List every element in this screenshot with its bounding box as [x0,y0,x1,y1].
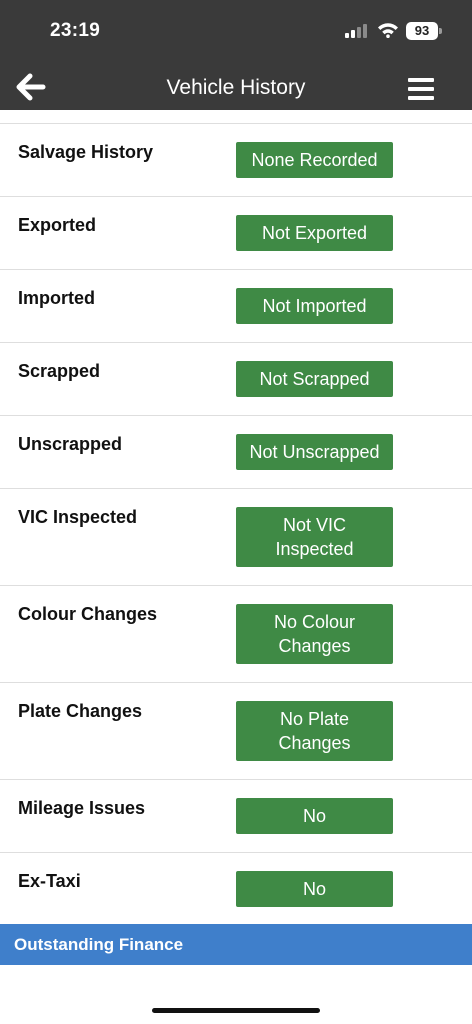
section-header-outstanding-finance[interactable]: Outstanding Finance [0,924,472,965]
status-badge[interactable]: Not Imported [236,288,393,324]
status-badge[interactable]: No [236,798,393,834]
row-label: Colour Changes [18,604,158,624]
status-badge[interactable]: None Recorded [236,142,393,178]
status-badge[interactable]: Not Scrapped [236,361,393,397]
status-time: 23:19 [50,20,101,41]
page-title: Vehicle History [166,76,306,99]
row-label: Plate Changes [18,701,143,721]
row-label: VIC Inspected [18,507,138,527]
wifi-icon [378,23,398,38]
cellular-signal-icon [345,24,369,38]
list-item-colour-changes: Colour Changes No Colour Changes [0,586,472,683]
row-label: Ex-Taxi [18,871,81,891]
status-badge[interactable]: No Colour Changes [236,604,393,664]
battery-indicator: 93 [406,22,438,40]
list-top-divider [0,110,472,124]
list-item-mileage-issues: Mileage Issues No [0,780,472,853]
row-label: Mileage Issues [18,798,146,818]
home-indicator[interactable] [152,1008,320,1013]
battery-tip [439,28,442,34]
top-bar: 23:19 93 Vehicle History [0,0,472,110]
status-badge[interactable]: Not Unscrapped [236,434,393,470]
list-item-salvage-history: Salvage History None Recorded [0,124,472,197]
vehicle-history-list: Salvage History None Recorded Exported N… [0,110,472,926]
list-item-plate-changes: Plate Changes No Plate Changes [0,683,472,780]
list-item-scrapped: Scrapped Not Scrapped [0,343,472,416]
list-item-exported: Exported Not Exported [0,197,472,270]
row-label: Unscrapped [18,434,123,454]
row-label: Salvage History [18,142,154,162]
row-label: Exported [18,215,97,235]
list-item-ex-taxi: Ex-Taxi No [0,853,472,926]
status-badge[interactable]: No [236,871,393,907]
row-label: Scrapped [18,361,101,381]
row-label: Imported [18,288,96,308]
hamburger-menu-icon[interactable] [408,78,434,100]
list-item-imported: Imported Not Imported [0,270,472,343]
list-item-unscrapped: Unscrapped Not Unscrapped [0,416,472,489]
status-badge[interactable]: Not VIC Inspected [236,507,393,567]
status-badge[interactable]: Not Exported [236,215,393,251]
status-badge[interactable]: No Plate Changes [236,701,393,761]
list-item-vic-inspected: VIC Inspected Not VIC Inspected [0,489,472,586]
